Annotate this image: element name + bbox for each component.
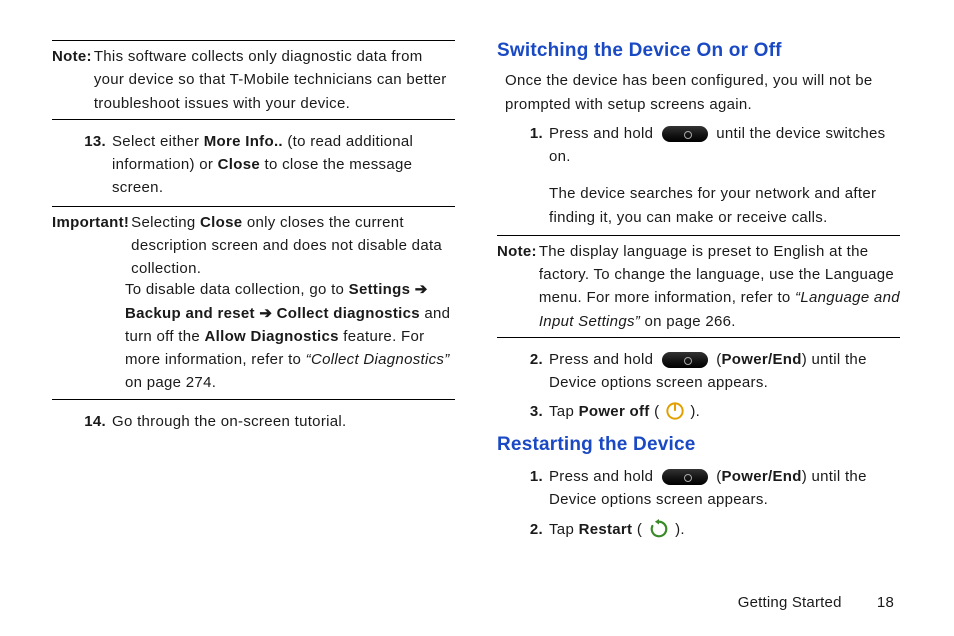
t: Power off: [579, 403, 650, 420]
step-text: Tap Power off ( ).: [549, 400, 900, 423]
t: Select either: [112, 133, 204, 150]
t: More Info..: [204, 133, 283, 150]
step-subtext: The device searches for your network and…: [549, 182, 900, 229]
t: Press and hold: [549, 351, 658, 368]
note-lead: Note:: [52, 45, 92, 115]
right-column: Switching the Device On or Off Once the …: [497, 34, 900, 574]
power-off-icon: [666, 402, 684, 420]
step-13: 13. Select either More Info.. (to read a…: [80, 130, 455, 200]
switch-step-2: 2. Press and hold (Power/End) until the …: [517, 348, 900, 395]
t: Press and hold: [549, 468, 658, 485]
power-key-icon: [662, 352, 708, 368]
t: Tap: [549, 521, 579, 538]
step-text: Go through the on-screen tutorial.: [112, 410, 455, 433]
t: Selecting: [131, 214, 200, 231]
step-text: Tap Restart ( ).: [549, 518, 900, 541]
step-text: Press and hold until the device switches…: [549, 122, 900, 229]
step-number: 1.: [517, 122, 543, 229]
rule: [52, 119, 455, 120]
step-number: 14.: [80, 410, 106, 433]
restart-step-2: 2. Tap Restart ( ).: [517, 518, 900, 541]
step-14: 14. Go through the on-screen tutorial.: [80, 410, 455, 433]
step-text: Press and hold (Power/End) until the Dev…: [549, 348, 900, 395]
page-footer: Getting Started 18: [0, 591, 954, 614]
footer-page-number: 18: [866, 591, 894, 614]
important-lead: Important!: [52, 211, 129, 281]
t: Restart: [579, 521, 633, 538]
heading-restarting: Restarting the Device: [497, 430, 900, 459]
switch-step-1: 1. Press and hold until the device switc…: [517, 122, 900, 229]
switch-step-3: 3. Tap Power off ( ).: [517, 400, 900, 423]
note-block: Note: The display language is preset to …: [497, 240, 900, 333]
rule: [497, 337, 900, 338]
power-key-icon: [662, 126, 708, 142]
rule: [52, 399, 455, 400]
step-text: Press and hold (Power/End) until the Dev…: [549, 465, 900, 512]
step-number: 13.: [80, 130, 106, 200]
step-text: Select either More Info.. (to read addit…: [112, 130, 455, 200]
t: Close: [200, 214, 242, 231]
rule: [52, 206, 455, 207]
t: (: [712, 351, 722, 368]
t: (: [712, 468, 722, 485]
important-text: Selecting Close only closes the current …: [131, 211, 455, 281]
step-number: 3.: [517, 400, 543, 423]
page-body: Note: This software collects only diagno…: [0, 0, 954, 574]
restart-step-1: 1. Press and hold (Power/End) until the …: [517, 465, 900, 512]
rule: [52, 40, 455, 41]
step-number: 2.: [517, 348, 543, 395]
important-block: Important! Selecting Close only closes t…: [52, 211, 455, 395]
t: Power/End: [722, 351, 802, 368]
t: Press and hold: [549, 125, 658, 142]
t: “Collect Diagnostics”: [306, 351, 450, 368]
restart-icon: [649, 519, 669, 539]
note-text: The display language is preset to Englis…: [539, 240, 900, 333]
t: ).: [675, 521, 685, 538]
t: Tap: [549, 403, 579, 420]
note-block: Note: This software collects only diagno…: [52, 45, 455, 115]
t: (: [632, 521, 646, 538]
important-cont: To disable data collection, go to Settin…: [52, 278, 455, 394]
t: on page 266.: [640, 313, 736, 330]
t: Power/End: [722, 468, 802, 485]
step-number: 1.: [517, 465, 543, 512]
power-key-icon: [662, 469, 708, 485]
footer-section: Getting Started: [738, 594, 842, 611]
left-column: Note: This software collects only diagno…: [52, 34, 455, 574]
t: on page 274.: [125, 374, 216, 391]
intro-text: Once the device has been configured, you…: [505, 69, 900, 116]
t: ).: [690, 403, 700, 420]
t: Allow Diagnostics: [205, 328, 339, 345]
step-number: 2.: [517, 518, 543, 541]
note-text: This software collects only diagnostic d…: [94, 45, 455, 115]
heading-switching: Switching the Device On or Off: [497, 36, 900, 65]
t: (: [650, 403, 664, 420]
note-lead: Note:: [497, 240, 537, 333]
t: Close: [218, 156, 260, 173]
t: To disable data collection, go to: [125, 281, 349, 298]
rule: [497, 235, 900, 236]
